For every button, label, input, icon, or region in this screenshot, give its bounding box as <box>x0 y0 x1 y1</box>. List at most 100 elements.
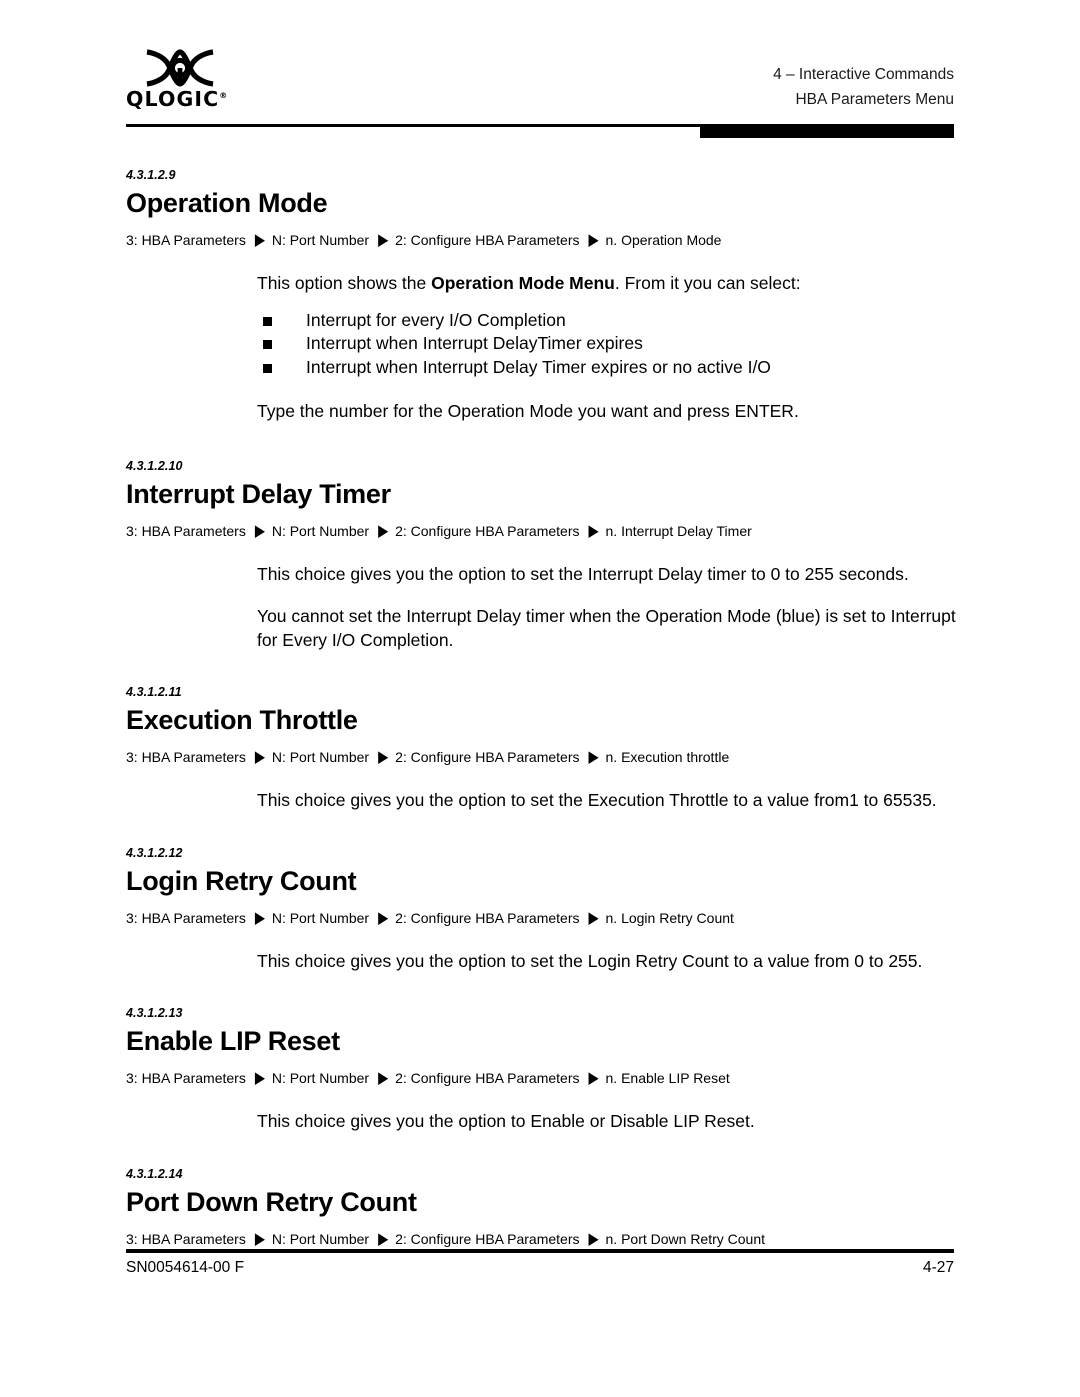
section-title: Interrupt Delay Timer <box>126 478 391 509</box>
list-item-label: Interrupt for every I/O Completion <box>306 309 566 330</box>
footer-rule <box>126 1249 954 1253</box>
breadcrumb-item-port[interactable]: N: Port Number <box>272 232 369 248</box>
breadcrumb-arrow-icon: ▶ <box>254 747 265 766</box>
list-item: Interrupt when Interrupt DelayTimer expi… <box>257 332 964 356</box>
breadcrumb-item-port[interactable]: N: Port Number <box>272 1070 369 1086</box>
breadcrumb-item-port[interactable]: N: Port Number <box>272 523 369 539</box>
list-item-label: Interrupt when Interrupt DelayTimer expi… <box>306 333 643 353</box>
breadcrumb-item-leaf[interactable]: n. Login Retry Count <box>606 910 734 926</box>
page-footer: SN0054614-00 F 4-27 <box>126 1257 954 1279</box>
breadcrumb-arrow-icon: ▶ <box>254 230 265 249</box>
breadcrumb-arrow-icon: ▶ <box>588 230 599 249</box>
breadcrumb-item-port[interactable]: N: Port Number <box>272 910 369 926</box>
section-title: Operation Mode <box>126 188 328 218</box>
header-menu: HBA Parameters Menu <box>795 91 954 108</box>
breadcrumb-arrow-icon: ▶ <box>378 1068 389 1087</box>
section-title: Execution Throttle <box>126 705 358 735</box>
body-paragraph: This choice gives you the option to set … <box>257 790 937 810</box>
breadcrumb-arrow-icon: ▶ <box>254 907 265 927</box>
bullet-square-icon <box>263 316 272 326</box>
footer-doc-number: SN0054614-00 F <box>126 1259 245 1276</box>
page-content: 4.3.1.2.9 Operation Mode 3: HBA Paramete… <box>126 168 964 1249</box>
breadcrumb-item-configure[interactable]: 2: Configure HBA Parameters <box>395 1070 579 1086</box>
intro-text-after: . From it you can select: <box>614 273 801 293</box>
list-item: Interrupt for every I/O Completion <box>257 309 964 333</box>
breadcrumb-arrow-icon: ▶ <box>254 520 265 540</box>
list-item: Interrupt when Interrupt Delay Timer exp… <box>257 356 964 380</box>
breadcrumb-arrow-icon: ▶ <box>254 1228 265 1248</box>
breadcrumb-item-configure[interactable]: 2: Configure HBA Parameters <box>395 910 579 926</box>
section-enable-lip-reset: 4.3.1.2.13 Enable LIP Reset 3: HBA Param… <box>126 1006 964 1134</box>
section-body: This option shows the Operation Mode Men… <box>257 272 964 424</box>
header-chapter: 4 – Interactive Commands <box>773 66 954 83</box>
section-number: 4.3.1.2.10 <box>126 458 183 473</box>
breadcrumb-arrow-icon: ▶ <box>588 1068 599 1087</box>
breadcrumb-item-port[interactable]: N: Port Number <box>272 749 369 765</box>
section-body: This choice gives you the option to Enab… <box>257 1110 964 1134</box>
list-item-label: Interrupt when Interrupt Delay Timer exp… <box>306 356 771 377</box>
section-operation-mode: 4.3.1.2.9 Operation Mode 3: HBA Paramete… <box>126 168 964 424</box>
qlogic-logo: QLOGIC® <box>126 48 346 110</box>
breadcrumb-item-configure[interactable]: 2: Configure HBA Parameters <box>395 749 579 765</box>
intro-text-before: This option shows the <box>257 273 432 293</box>
body-paragraph: This choice gives you the option to Enab… <box>257 1111 755 1131</box>
breadcrumb-arrow-icon: ▶ <box>254 1068 265 1087</box>
breadcrumb-item-leaf[interactable]: n. Interrupt Delay Timer <box>606 523 752 539</box>
breadcrumb-arrow-icon: ▶ <box>588 1228 599 1248</box>
section-number: 4.3.1.2.13 <box>126 1006 183 1020</box>
closing-paragraph: Type the number for the Operation Mode y… <box>257 401 799 421</box>
bullet-square-icon <box>263 340 272 349</box>
breadcrumb: 3: HBA Parameters ▶ N: Port Number ▶ 2: Conf… <box>126 908 964 928</box>
breadcrumb-arrow-icon: ▶ <box>588 747 599 766</box>
breadcrumb-item-root[interactable]: 3: HBA Parameters <box>126 910 246 926</box>
breadcrumb-arrow-icon: ▶ <box>378 230 389 249</box>
breadcrumb-item-root[interactable]: 3: HBA Parameters <box>126 232 246 248</box>
registered-mark: ® <box>219 91 228 101</box>
body-paragraph: This choice gives you the option to set … <box>257 950 923 971</box>
option-list: Interrupt for every I/O Completion Inter… <box>257 309 964 380</box>
section-body: This choice gives you the option to set … <box>257 563 964 653</box>
section-title: Login Retry Count <box>126 865 357 896</box>
section-number: 4.3.1.2.12 <box>126 845 183 860</box>
section-number: 4.3.1.2.9 <box>126 168 176 182</box>
breadcrumb-arrow-icon: ▶ <box>378 747 389 766</box>
breadcrumb-item-port[interactable]: N: Port Number <box>272 1231 369 1247</box>
section-title: Enable LIP Reset <box>126 1026 340 1056</box>
bullet-square-icon <box>263 363 272 373</box>
breadcrumb-item-configure[interactable]: 2: Configure HBA Parameters <box>395 523 579 539</box>
breadcrumb: 3: HBA Parameters ▶ N: Port Number ▶ 2: Conf… <box>126 521 964 541</box>
breadcrumb-item-leaf[interactable]: n. Port Down Retry Count <box>606 1231 766 1247</box>
breadcrumb: 3: HBA Parameters ▶ N: Port Number ▶ 2: Conf… <box>126 1229 964 1249</box>
section-body: This choice gives you the option to set … <box>257 950 964 974</box>
breadcrumb-item-root[interactable]: 3: HBA Parameters <box>126 523 246 539</box>
breadcrumb-item-root[interactable]: 3: HBA Parameters <box>126 1231 246 1247</box>
section-number: 4.3.1.2.11 <box>126 685 182 699</box>
breadcrumb: 3: HBA Parameters ▶ N: Port Number ▶ 2: Conf… <box>126 1068 964 1088</box>
intro-paragraph: This option shows the Operation Mode Men… <box>257 272 964 296</box>
header-rule-thick <box>700 124 954 138</box>
section-interrupt-delay-timer: 4.3.1.2.10 Interrupt Delay Timer 3: HBA … <box>126 459 964 653</box>
breadcrumb-item-leaf[interactable]: n. Enable LIP Reset <box>606 1070 730 1086</box>
breadcrumb: 3: HBA Parameters ▶ N: Port Number ▶ 2: Conf… <box>126 230 964 250</box>
breadcrumb-item-root[interactable]: 3: HBA Parameters <box>126 749 246 765</box>
qlogic-wordmark: QLOGIC® <box>126 87 228 111</box>
section-port-down-retry-count: 4.3.1.2.14 Port Down Retry Count 3: HBA … <box>126 1167 964 1249</box>
section-execution-throttle: 4.3.1.2.11 Execution Throttle 3: HBA Par… <box>126 685 964 813</box>
breadcrumb: 3: HBA Parameters ▶ N: Port Number ▶ 2: Conf… <box>126 747 964 767</box>
breadcrumb-arrow-icon: ▶ <box>588 520 599 540</box>
breadcrumb-item-root[interactable]: 3: HBA Parameters <box>126 1070 246 1086</box>
intro-text-bold: Operation Mode Menu <box>431 273 615 293</box>
breadcrumb-item-configure[interactable]: 2: Configure HBA Parameters <box>395 232 579 248</box>
header-running-head: 4 – Interactive Commands HBA Parameters … <box>773 62 954 112</box>
breadcrumb-item-leaf[interactable]: n. Operation Mode <box>606 232 722 248</box>
breadcrumb-item-leaf[interactable]: n. Execution throttle <box>606 749 730 765</box>
breadcrumb-item-configure[interactable]: 2: Configure HBA Parameters <box>395 1231 579 1247</box>
breadcrumb-arrow-icon: ▶ <box>378 907 389 927</box>
breadcrumb-arrow-icon: ▶ <box>588 907 599 927</box>
section-login-retry-count: 4.3.1.2.12 Login Retry Count 3: HBA Para… <box>126 846 964 974</box>
